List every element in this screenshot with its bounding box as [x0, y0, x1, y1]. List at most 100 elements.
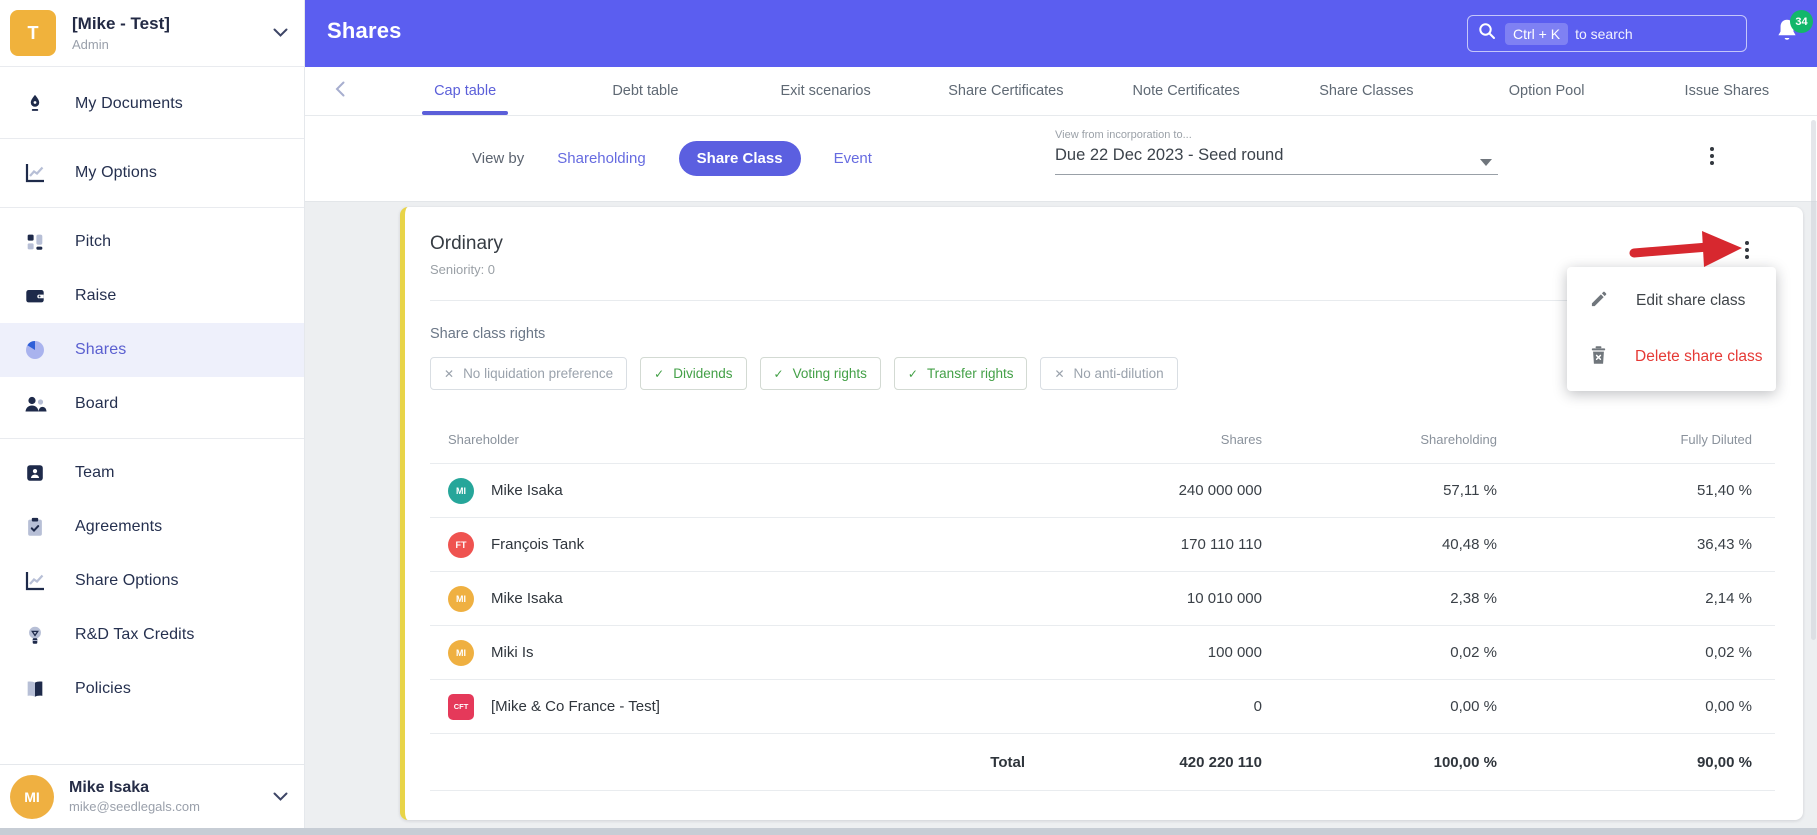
shareholders-table: Shareholder Shares Shareholding Fully Di… [430, 416, 1775, 791]
view-by-label: View by [472, 150, 525, 167]
period-select[interactable]: View from incorporation to... Due 22 Dec… [1055, 129, 1498, 175]
sidebar-item-label: Policies [75, 680, 131, 697]
sidebar-item-team[interactable]: Team [0, 446, 304, 500]
menu-item-label: Delete share class [1635, 348, 1763, 365]
chip-no-anti-dilution: ✕ No anti-dilution [1040, 357, 1178, 390]
chip-label: Voting rights [792, 366, 867, 381]
share-class-kebab-menu-button[interactable] [1738, 239, 1756, 261]
filter-bar-kebab-menu-button[interactable] [1703, 145, 1721, 167]
sidebar-item-label: R&D Tax Credits [75, 626, 195, 643]
shareholder-name: [Mike & Co France - Test] [491, 698, 660, 715]
shareholder-name: Mike Isaka [491, 482, 563, 499]
column-fully-diluted: Fully Diluted [1680, 432, 1752, 447]
chevron-down-icon [273, 24, 288, 42]
search-placeholder: to search [1575, 25, 1633, 42]
tab-cap-table[interactable]: Cap table [375, 67, 555, 115]
shares-value: 240 000 000 [1178, 482, 1262, 499]
vertical-scrollbar[interactable] [1811, 120, 1816, 640]
menu-item-delete-share-class[interactable]: Delete share class [1567, 329, 1776, 385]
shareholding-value: 57,11 % [1443, 482, 1497, 499]
divider [0, 438, 304, 439]
pen-nib-icon [22, 91, 48, 117]
clipboard-check-icon [22, 514, 48, 540]
sidebar-item-share-options[interactable]: Share Options [0, 554, 304, 608]
notifications-button[interactable]: 34 [1774, 10, 1813, 49]
page-title: Shares [327, 18, 402, 43]
shareholding-value: 2,38 % [1450, 590, 1497, 607]
caret-down-icon [1480, 159, 1492, 166]
trash-icon [1589, 345, 1608, 370]
company-role: Admin [72, 37, 109, 52]
sidebar-item-my-documents[interactable]: My Documents [0, 77, 304, 131]
company-avatar: T [10, 10, 56, 56]
fully-diluted-value: 2,14 % [1705, 590, 1752, 607]
share-class-context-menu: Edit share class Delete share class [1567, 267, 1776, 391]
table-total-row: Total 420 220 110 100,00 % 90,00 % [430, 734, 1775, 791]
x-icon: ✕ [1054, 366, 1065, 381]
view-by-event[interactable]: Event [834, 150, 872, 167]
sidebar-item-rd-tax-credits[interactable]: R&D Tax Credits [0, 608, 304, 662]
menu-item-edit-share-class[interactable]: Edit share class [1567, 273, 1776, 329]
sidebar-item-agreements[interactable]: Agreements [0, 500, 304, 554]
user-name: Mike Isaka [69, 779, 150, 796]
sidebar: T [Mike - Test] Admin My Documents My Op… [0, 0, 305, 835]
tabs-scroll-left-button[interactable] [305, 67, 375, 115]
table-row[interactable]: FT François Tank 170 110 110 40,48 % 36,4… [430, 518, 1775, 572]
divider [0, 138, 304, 139]
sidebar-item-pitch[interactable]: Pitch [0, 215, 304, 269]
shares-value: 100 000 [1207, 644, 1262, 661]
sidebar-item-label: Raise [75, 287, 117, 304]
sidebar-item-label: Board [75, 395, 119, 412]
search-icon [1478, 22, 1496, 45]
sidebar-item-shares[interactable]: Shares [0, 323, 304, 377]
shareholder-name: Miki Is [491, 644, 534, 661]
tab-exit-scenarios[interactable]: Exit scenarios [736, 67, 916, 115]
pencil-icon [1589, 289, 1609, 314]
sidebar-item-my-options[interactable]: My Options [0, 146, 304, 200]
company-name: [Mike - Test] [72, 14, 170, 33]
x-icon: ✕ [444, 366, 455, 381]
shares-value: 170 110 110 [1180, 536, 1262, 553]
sidebar-item-policies[interactable]: Policies [0, 662, 304, 716]
tab-issue-shares[interactable]: Issue Shares [1637, 67, 1817, 115]
chart-line-icon [22, 160, 48, 186]
badge-icon [22, 460, 48, 486]
tab-note-certificates[interactable]: Note Certificates [1096, 67, 1276, 115]
chip-label: Transfer rights [926, 366, 1014, 381]
tab-debt-table[interactable]: Debt table [555, 67, 735, 115]
table-row[interactable]: MI Mike Isaka 240 000 000 57,11 % 51,40 % [430, 464, 1775, 518]
check-icon: ✓ [773, 366, 784, 381]
user-account-menu[interactable]: MI Mike Isaka mike@seedlegals.com [0, 764, 304, 828]
notification-badge: 34 [1790, 10, 1813, 33]
tab-option-pool[interactable]: Option Pool [1457, 67, 1637, 115]
shareholder-name: Mike Isaka [491, 590, 563, 607]
period-select-value: Due 22 Dec 2023 - Seed round [1055, 146, 1284, 164]
table-row[interactable]: CFT [Mike & Co France - Test] 0 0,00 % 0,… [430, 680, 1775, 734]
chevron-left-icon [335, 81, 345, 102]
fully-diluted-value: 0,02 % [1705, 644, 1752, 661]
sidebar-item-label: Share Options [75, 572, 179, 589]
avatar: MI [448, 477, 474, 504]
chip-transfer-rights: ✓ Transfer rights [893, 357, 1028, 390]
view-by-share-class[interactable]: Share Class [678, 141, 801, 176]
people-icon [22, 391, 48, 417]
view-by-shareholding[interactable]: Shareholding [557, 150, 645, 167]
table-row[interactable]: MI Mike Isaka 10 010 000 2,38 % 2,14 % [430, 572, 1775, 626]
sidebar-item-raise[interactable]: Raise [0, 269, 304, 323]
sidebar-nav: My Documents My Options Pitch Raise Shar… [0, 67, 304, 716]
search-input[interactable]: Ctrl + K to search [1467, 15, 1747, 52]
share-class-name: Ordinary [430, 233, 503, 254]
period-select-label: View from incorporation to... [1055, 129, 1192, 141]
tab-share-certificates[interactable]: Share Certificates [916, 67, 1096, 115]
user-avatar: MI [10, 774, 54, 819]
avatar: MI [448, 639, 474, 666]
total-fully-diluted: 90,00 % [1696, 753, 1752, 771]
sidebar-item-board[interactable]: Board [0, 377, 304, 431]
table-row[interactable]: MI Miki Is 100 000 0,02 % 0,02 % [430, 626, 1775, 680]
tab-share-classes[interactable]: Share Classes [1276, 67, 1456, 115]
wallet-icon [22, 283, 48, 309]
menu-item-label: Edit share class [1636, 292, 1746, 309]
chip-no-liquidation-preference: ✕ No liquidation preference [430, 357, 628, 390]
horizontal-scrollbar[interactable] [0, 828, 1817, 835]
company-switcher[interactable]: T [Mike - Test] Admin [0, 0, 304, 67]
